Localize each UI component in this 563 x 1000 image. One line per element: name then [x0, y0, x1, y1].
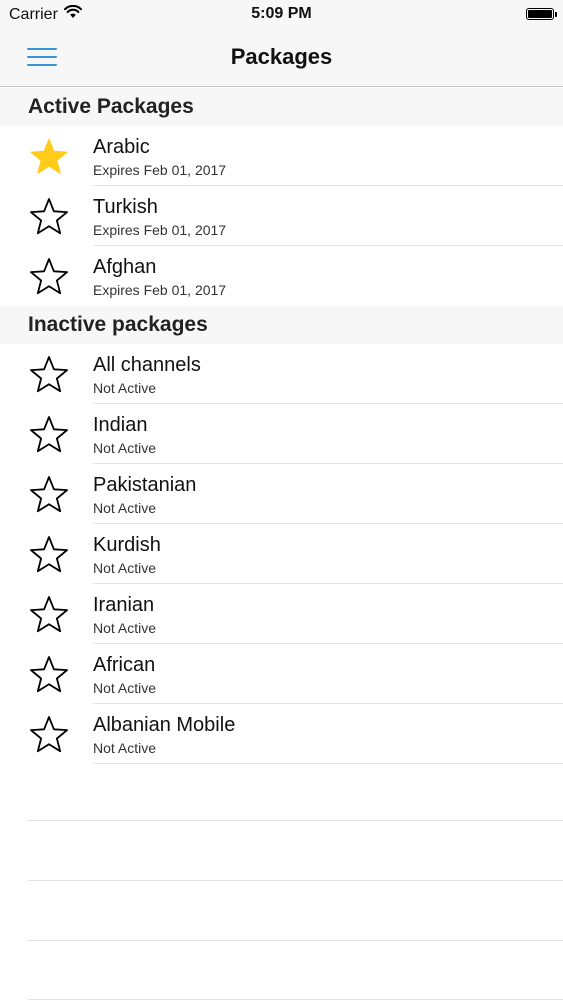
star-filled-icon[interactable] — [28, 137, 70, 177]
empty-row-divider — [28, 820, 563, 821]
package-row-iranian[interactable]: Iranian Not Active — [0, 584, 563, 644]
star-outline-icon[interactable] — [28, 415, 70, 455]
package-row-arabic[interactable]: Arabic Expires Feb 01, 2017 — [0, 126, 563, 186]
package-status: Not Active — [93, 680, 157, 696]
star-outline-icon[interactable] — [28, 535, 70, 575]
status-time: 5:09 PM — [251, 5, 312, 22]
package-status: Expires Feb 01, 2017 — [93, 162, 227, 178]
status-bar: Carrier 5:09 PM — [0, 0, 563, 30]
package-status: Not Active — [93, 620, 157, 636]
star-outline-icon[interactable] — [28, 475, 70, 515]
empty-row-divider — [28, 880, 563, 881]
package-status: Not Active — [93, 440, 157, 456]
package-title: Arabic — [93, 136, 150, 158]
package-row-all-channels[interactable]: All channels Not Active — [0, 344, 563, 404]
section-header-active: Active Packages — [0, 88, 563, 126]
package-status: Not Active — [93, 740, 157, 756]
star-outline-icon[interactable] — [28, 715, 70, 755]
section-header-inactive: Inactive packages — [0, 306, 563, 344]
packages-screen: Carrier 5:09 PM Packages Active Packages — [0, 0, 563, 1000]
battery-icon — [526, 8, 557, 20]
package-row-afghan[interactable]: Afghan Expires Feb 01, 2017 — [0, 246, 563, 306]
page-title: Packages — [230, 44, 333, 69]
package-title: African — [93, 654, 156, 676]
package-row-kurdish[interactable]: Kurdish Not Active — [0, 524, 563, 584]
package-title: Kurdish — [93, 534, 161, 556]
row-divider — [93, 763, 563, 764]
package-status: Expires Feb 01, 2017 — [93, 282, 227, 298]
package-status: Expires Feb 01, 2017 — [93, 222, 227, 238]
package-title: Turkish — [93, 196, 158, 218]
empty-row-divider — [28, 940, 563, 941]
package-title: Afghan — [93, 256, 157, 278]
star-outline-icon[interactable] — [28, 197, 70, 237]
package-row-african[interactable]: African Not Active — [0, 644, 563, 704]
star-outline-icon[interactable] — [28, 655, 70, 695]
package-title: Iranian — [93, 594, 155, 616]
navigation-bar: Packages — [0, 30, 563, 87]
package-row-pakistanian[interactable]: Pakistanian Not Active — [0, 464, 563, 524]
package-title: Indian — [93, 414, 148, 436]
package-status: Not Active — [93, 500, 157, 516]
star-outline-icon[interactable] — [28, 595, 70, 635]
package-status: Not Active — [93, 560, 157, 576]
star-outline-icon[interactable] — [28, 355, 70, 395]
package-row-albanian-mobile[interactable]: Albanian Mobile Not Active — [0, 704, 563, 764]
package-row-indian[interactable]: Indian Not Active — [0, 404, 563, 464]
package-title: Pakistanian — [93, 474, 197, 496]
package-status: Not Active — [93, 380, 157, 396]
package-row-turkish[interactable]: Turkish Expires Feb 01, 2017 — [0, 186, 563, 246]
package-title: Albanian Mobile — [93, 714, 236, 736]
star-outline-icon[interactable] — [28, 257, 70, 297]
package-title: All channels — [93, 354, 201, 376]
